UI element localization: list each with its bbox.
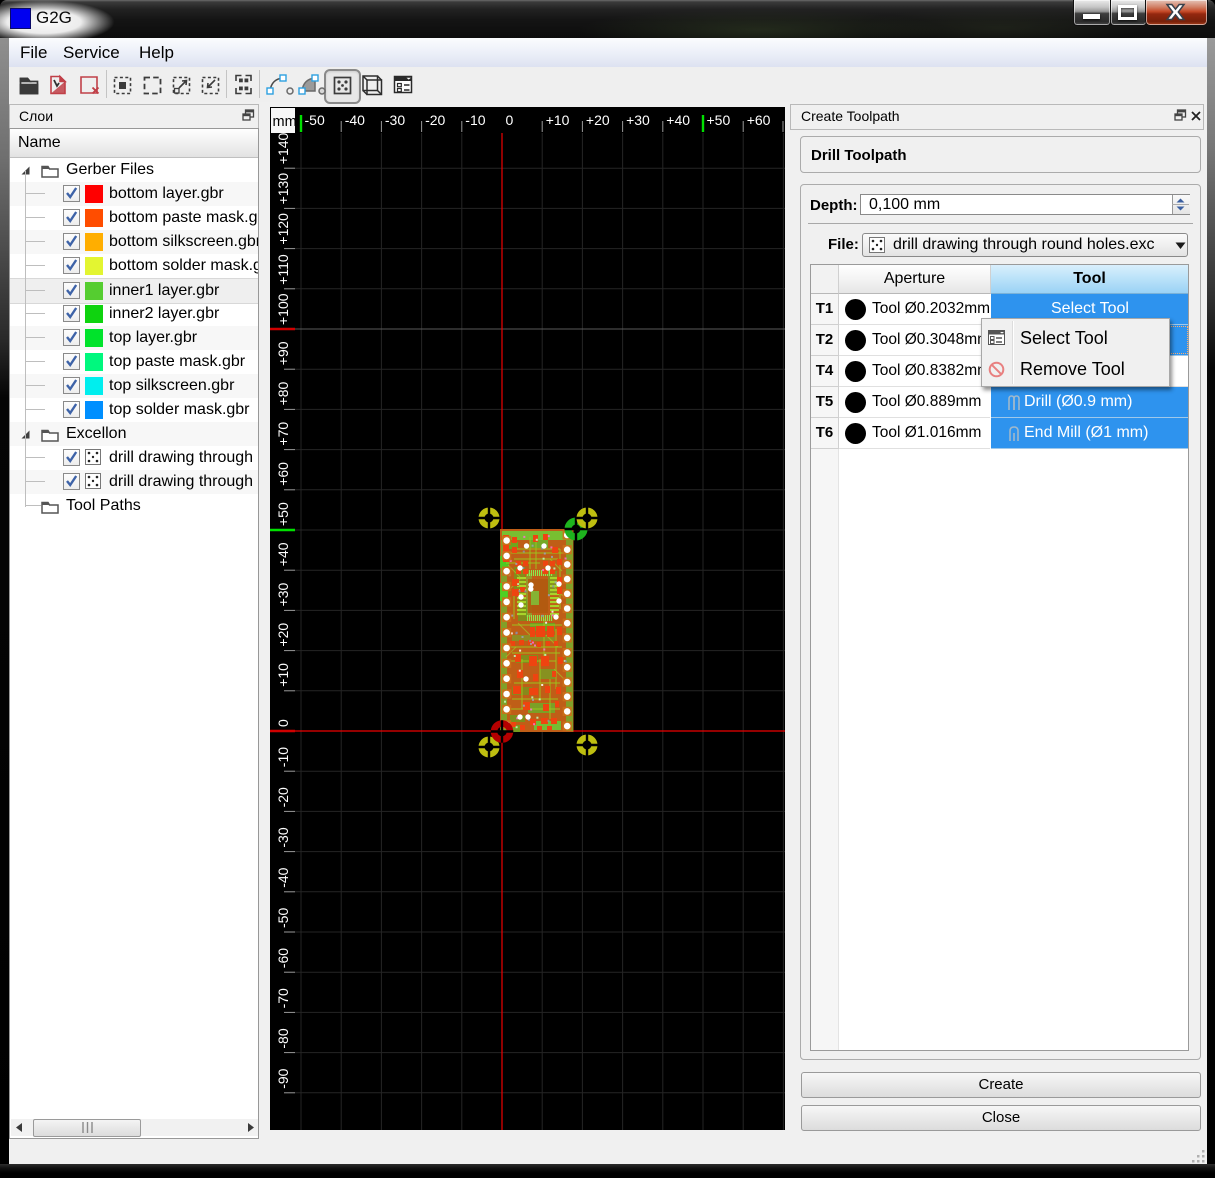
svg-text:+30: +30: [275, 582, 291, 606]
svg-text:+10: +10: [275, 663, 291, 687]
svg-text:-50: -50: [305, 112, 325, 128]
svg-text:+20: +20: [586, 112, 610, 128]
svg-text:+30: +30: [626, 112, 650, 128]
svg-text:+120: +120: [275, 213, 291, 245]
svg-text:-20: -20: [425, 112, 445, 128]
svg-text:+60: +60: [747, 112, 771, 128]
svg-text:+50: +50: [275, 502, 291, 526]
svg-text:+100: +100: [275, 293, 291, 325]
svg-text:+140: +140: [275, 132, 291, 164]
svg-text:+40: +40: [275, 542, 291, 566]
svg-text:-50: -50: [275, 908, 291, 928]
svg-text:+70: +70: [275, 422, 291, 446]
svg-text:+20: +20: [275, 623, 291, 647]
svg-text:-40: -40: [275, 867, 291, 887]
svg-text:+40: +40: [666, 112, 690, 128]
svg-text:-90: -90: [275, 1068, 291, 1088]
svg-text:-10: -10: [465, 112, 485, 128]
svg-text:mm: mm: [273, 114, 297, 130]
svg-text:0: 0: [506, 112, 514, 128]
svg-text:+50: +50: [707, 112, 731, 128]
svg-text:+110: +110: [275, 254, 291, 285]
svg-text:+90: +90: [275, 341, 291, 365]
svg-text:-70: -70: [275, 988, 291, 1008]
svg-text:-30: -30: [275, 827, 291, 847]
svg-text:-40: -40: [345, 112, 365, 128]
svg-text:-10: -10: [275, 747, 291, 767]
svg-text:+60: +60: [275, 462, 291, 486]
svg-text:0: 0: [275, 719, 291, 727]
svg-text:+130: +130: [275, 173, 291, 205]
svg-text:-80: -80: [275, 1028, 291, 1048]
svg-text:-30: -30: [385, 112, 405, 128]
svg-text:-60: -60: [275, 948, 291, 968]
svg-text:+80: +80: [275, 381, 291, 405]
svg-text:-20: -20: [275, 787, 291, 807]
svg-text:+10: +10: [546, 112, 570, 128]
